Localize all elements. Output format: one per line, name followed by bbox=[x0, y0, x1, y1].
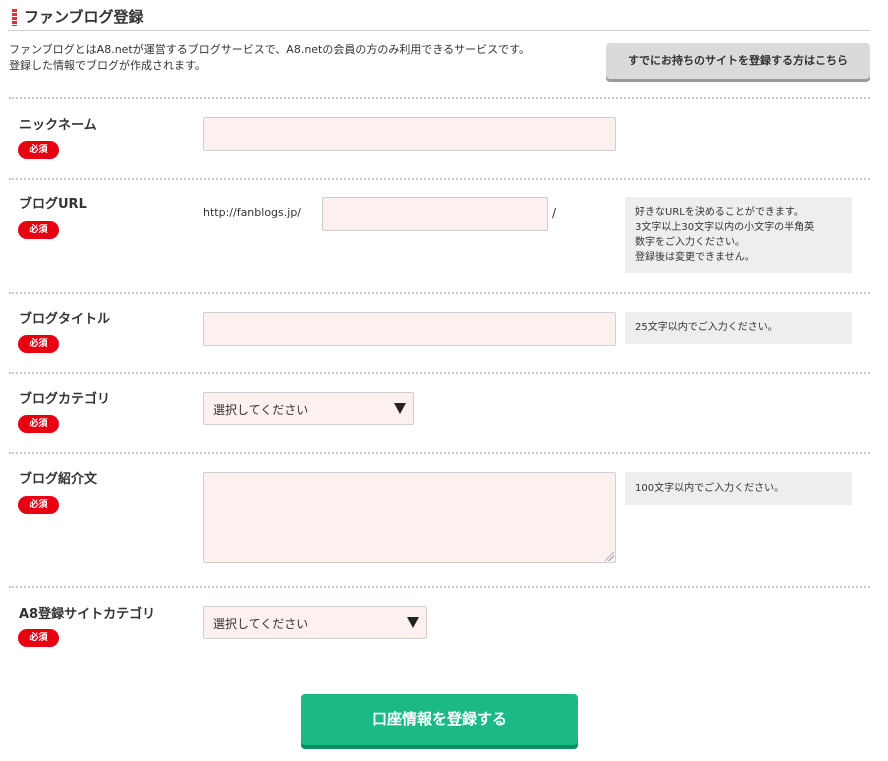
blog-url-label: ブログURL bbox=[19, 197, 87, 212]
a8-site-category-selected: 選択してください bbox=[213, 617, 309, 631]
divider bbox=[9, 452, 870, 454]
blog-title-label: ブログタイトル bbox=[19, 312, 111, 327]
hint-line: 数字をご入力ください。 bbox=[635, 237, 745, 248]
divider bbox=[9, 292, 870, 294]
triangle-down-icon bbox=[394, 403, 406, 414]
intro-line-1: ファンブログとはA8.netが運営するブログサービスで、A8.netの会員の方の… bbox=[9, 43, 531, 56]
intro-text: ファンブログとはA8.netが運営するブログサービスで、A8.netの会員の方の… bbox=[9, 42, 599, 74]
divider bbox=[9, 372, 870, 374]
required-badge: 必須 bbox=[18, 496, 59, 514]
required-badge: 必須 bbox=[18, 629, 59, 647]
divider bbox=[9, 97, 870, 99]
hint-line: 登録後は変更できません。 bbox=[635, 252, 755, 263]
triangle-down-icon bbox=[407, 617, 419, 628]
page-title: ファンブログ登録 bbox=[24, 8, 144, 26]
required-badge: 必須 bbox=[18, 141, 59, 159]
nickname-input[interactable] bbox=[203, 117, 616, 151]
blog-url-hint: 好きなURLを決めることができます。 3文字以上30文字以内の小文字の半角英 数… bbox=[625, 197, 852, 273]
blog-category-label: ブログカテゴリ bbox=[19, 392, 111, 407]
blog-category-selected: 選択してください bbox=[213, 403, 309, 417]
register-existing-site-button[interactable]: すでにお持ちのサイトを登録する方はこちら bbox=[606, 43, 870, 79]
blog-category-select[interactable]: 選択してください bbox=[203, 392, 414, 425]
divider bbox=[9, 178, 870, 180]
nickname-label: ニックネーム bbox=[19, 118, 97, 133]
blog-url-prefix: http://fanblogs.jp/ bbox=[203, 206, 302, 219]
blog-intro-hint: 100文字以内でご入力ください。 bbox=[625, 472, 852, 505]
divider bbox=[9, 586, 870, 588]
required-badge: 必須 bbox=[18, 335, 59, 353]
blog-intro-label: ブログ紹介文 bbox=[19, 472, 98, 487]
blog-intro-textarea[interactable] bbox=[203, 472, 616, 563]
blog-url-input[interactable] bbox=[322, 197, 548, 231]
resize-grip-icon[interactable] bbox=[605, 552, 614, 561]
blog-url-suffix: / bbox=[552, 206, 557, 220]
intro-line-2: 登録した情報でブログが作成されます。 bbox=[9, 59, 206, 72]
required-badge: 必須 bbox=[18, 221, 59, 239]
blog-title-input[interactable] bbox=[203, 312, 616, 346]
blog-title-hint: 25文字以内でご入力ください。 bbox=[625, 312, 852, 344]
page-title-bar: ファンブログ登録 bbox=[8, 4, 870, 31]
a8-site-category-label: A8登録サイトカテゴリ bbox=[19, 607, 156, 622]
title-marker-icon bbox=[12, 9, 17, 26]
hint-line: 3文字以上30文字以内の小文字の半角英 bbox=[635, 222, 815, 233]
submit-button[interactable]: 口座情報を登録する bbox=[301, 694, 578, 745]
hint-line: 好きなURLを決めることができます。 bbox=[635, 207, 804, 218]
a8-site-category-select[interactable]: 選択してください bbox=[203, 606, 427, 639]
required-badge: 必須 bbox=[18, 415, 59, 433]
